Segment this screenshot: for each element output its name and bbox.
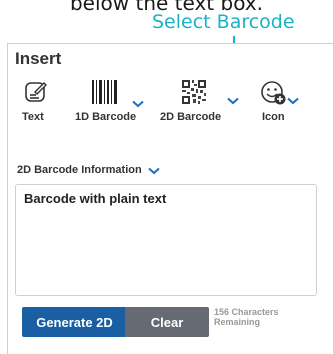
panel-title: Insert — [15, 49, 62, 68]
text-tool-button[interactable] — [24, 80, 48, 109]
characters-suffix: Remaining — [214, 317, 261, 327]
icon-tool-label: Icon — [262, 111, 285, 123]
clear-button[interactable]: Clear — [125, 307, 209, 337]
qr-code-icon — [181, 79, 207, 105]
characters-count: 156 Characters — [214, 307, 279, 317]
callout-label: Select Barcode — [152, 11, 295, 33]
barcode-1d-chevron-down-icon[interactable] — [131, 100, 145, 108]
barcode-1d-tool-button[interactable] — [92, 80, 118, 109]
edit-text-icon — [25, 82, 47, 102]
barcode-1d-icon — [92, 80, 117, 104]
barcode-2d-tool-label: 2D Barcode — [160, 111, 222, 123]
barcode-text-input[interactable]: Barcode with plain text — [15, 184, 317, 296]
emoji-add-icon — [261, 81, 286, 105]
barcode-2d-tool-button[interactable] — [181, 79, 207, 110]
barcode-1d-tool-label: 1D Barcode — [75, 111, 137, 123]
generate-2d-button[interactable]: Generate 2D — [22, 307, 127, 337]
icon-tool-button[interactable] — [260, 80, 288, 111]
section-label[interactable]: 2D Barcode Information — [17, 164, 142, 176]
section-chevron-down-icon[interactable] — [147, 167, 161, 175]
icon-chevron-down-icon[interactable] — [286, 97, 300, 105]
characters-remaining: 156 Characters Remaining — [214, 307, 279, 327]
barcode-2d-chevron-down-icon[interactable] — [226, 97, 240, 105]
text-tool-label: Text — [22, 111, 44, 123]
